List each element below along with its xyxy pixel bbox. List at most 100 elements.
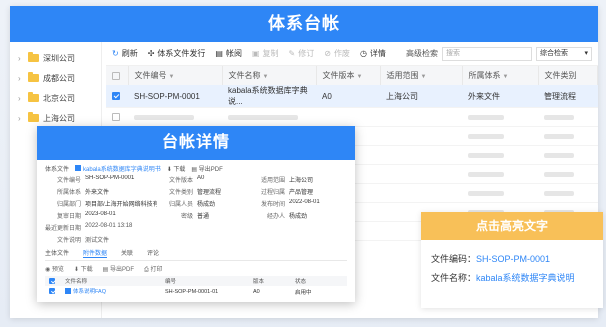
cell-placeholder	[316, 107, 380, 127]
detail-export-button[interactable]: ▤ 导出PDF	[191, 164, 222, 173]
cell-placeholder	[462, 183, 538, 203]
copy-button[interactable]: ▣ 复制	[252, 48, 279, 59]
folder-icon	[28, 92, 39, 102]
filter-icon[interactable]: ▼	[357, 74, 363, 80]
callout-name-value[interactable]: kabala系统数据字典说明	[476, 273, 575, 283]
cell-placeholder	[538, 126, 598, 146]
field-value: 杨成劲	[197, 202, 216, 208]
header-checkbox-cell	[106, 66, 129, 85]
header-checkbox-cell	[45, 276, 61, 286]
cell-placeholder	[380, 126, 462, 146]
tab-related[interactable]: 关联	[121, 248, 133, 258]
tab-comments[interactable]: 评论	[147, 248, 159, 258]
tab-attachments[interactable]: 附件数据	[83, 248, 108, 258]
attachment-row[interactable]: 体系说明FAQ SH-SOP-PM-0001-01 A0 启用中	[45, 286, 347, 297]
table-row[interactable]	[106, 107, 598, 127]
blurred-text	[468, 171, 504, 177]
sort-select[interactable]: 综合检索 ▾	[536, 46, 592, 61]
field-key: 复审日期	[56, 214, 81, 220]
detail-field: 所属体系 外来文件	[45, 187, 157, 196]
advanced-search-link[interactable]: 高级检索	[406, 48, 438, 59]
field-key: 文件类别	[168, 190, 193, 196]
col-label: 文件编号	[134, 71, 167, 80]
filter-icon[interactable]: ▼	[503, 74, 509, 80]
download-button[interactable]: ⬇ 下载	[74, 264, 93, 274]
select-all-checkbox[interactable]	[49, 277, 55, 284]
blurred-text	[544, 133, 574, 139]
refresh-icon: ↻	[112, 49, 119, 58]
att-file: 体系说明FAQ	[65, 287, 106, 295]
refresh-label: 刷新	[121, 49, 138, 58]
preview-button[interactable]: ◉ 预览	[45, 264, 64, 274]
tree-item-beijing[interactable]: › 北京公司	[10, 88, 101, 108]
callout-number-value[interactable]: SH-SOP-PM-0001	[476, 254, 550, 264]
att-file-name: 体系说明FAQ	[73, 289, 107, 295]
tree-item-shanghai[interactable]: › 上海公司	[10, 108, 101, 128]
field-key: 经办人	[266, 214, 285, 220]
col-name[interactable]: 文件名称 ▼	[222, 66, 317, 85]
detail-button[interactable]: ◷ 详情	[360, 48, 386, 59]
detail-field: 文件编号 SH-SOP-PM-0001	[45, 175, 157, 184]
copy-icon: ▣	[251, 49, 260, 58]
detail-field: 适用范围 上海公司	[249, 175, 347, 184]
att-col-name: 文件名称	[61, 276, 161, 286]
col-scope[interactable]: 适用范围 ▼	[380, 66, 463, 85]
refresh-button[interactable]: ↻ 刷新	[112, 48, 138, 59]
filter-icon[interactable]: ▼	[169, 74, 175, 80]
attachment-actions: ◉ 预览 ⬇ 下载 ▤ 导出PDF ⎙ 打印	[45, 264, 347, 274]
callout-number-label: 文件编码：	[431, 254, 477, 264]
tree-item-shenzhen[interactable]: › 深圳公司	[10, 48, 101, 68]
field-value: 上海公司	[289, 178, 314, 184]
chevron-right-icon[interactable]: ›	[18, 54, 28, 63]
chevron-right-icon[interactable]: ›	[18, 114, 28, 123]
field-value: 2023-08-01	[85, 211, 116, 217]
att-cell-name[interactable]: 体系说明FAQ	[61, 286, 161, 297]
field-value: 产品管理	[289, 190, 314, 196]
callout-body: 文件编码：SH-SOP-PM-0001 文件名称：kabala系统数据字典说明	[421, 240, 603, 298]
detail-download-button[interactable]: ⬇ 下载	[167, 164, 186, 173]
chevron-right-icon[interactable]: ›	[18, 74, 28, 83]
tab-main-file[interactable]: 主体文件	[45, 248, 69, 258]
col-system[interactable]: 所属体系 ▼	[462, 66, 539, 85]
col-version[interactable]: 文件版本 ▼	[316, 66, 381, 85]
tree-item-label: 深圳公司	[43, 53, 75, 63]
file-icon	[65, 288, 71, 294]
blurred-text	[468, 114, 504, 120]
detail-note: 文件说明 测试文件	[45, 235, 347, 244]
export-pdf-button[interactable]: ▤ 导出PDF	[103, 264, 134, 274]
cell-name[interactable]: kabala系统数据库字典说...	[222, 85, 316, 108]
search-input[interactable]: 搜索	[442, 46, 532, 61]
cell-placeholder	[380, 164, 462, 184]
row-checkbox[interactable]	[112, 113, 120, 122]
chevron-right-icon[interactable]: ›	[18, 94, 28, 103]
tree-item-label: 成都公司	[43, 73, 75, 83]
tree-item-chengdu[interactable]: › 成都公司	[10, 68, 101, 88]
print-button[interactable]: ⎙ 打印	[144, 264, 162, 274]
filter-icon[interactable]: ▼	[421, 74, 427, 80]
col-category[interactable]: 文件类别	[538, 66, 598, 85]
sort-select-value: 综合检索	[540, 49, 568, 57]
ledger-button[interactable]: ▤ 帐阅	[215, 48, 242, 59]
field-key: 文件版本	[168, 178, 193, 184]
row-checkbox[interactable]	[49, 288, 55, 295]
issue-button[interactable]: ✣ 体系文件发行	[148, 48, 206, 59]
col-label: 文件名称	[228, 71, 261, 80]
col-label: 文件类别	[544, 71, 577, 80]
void-button[interactable]: ⊘ 作废	[324, 48, 350, 59]
highlight-callout: 点击高亮文字 文件编码：SH-SOP-PM-0001 文件名称：kabala系统…	[421, 212, 603, 308]
cell-number[interactable]: SH-SOP-PM-0001	[128, 85, 222, 108]
issue-icon: ✣	[147, 49, 155, 58]
row-checkbox[interactable]	[112, 92, 120, 101]
table-row-selected[interactable]: SH-SOP-PM-0001 kabala系统数据库字典说... A0 上海公司…	[106, 85, 598, 108]
modify-button[interactable]: ✎ 修订	[289, 48, 315, 59]
field-key: 文件编号	[56, 178, 81, 184]
issue-label: 体系文件发行	[157, 49, 206, 58]
field-value: 2022-08-01	[289, 199, 320, 205]
cell-placeholder	[380, 183, 462, 203]
detail-doc-link[interactable]: kabala系统数据库字典说明书	[75, 164, 161, 173]
filter-icon[interactable]: ▼	[263, 74, 269, 80]
cell-placeholder	[462, 107, 538, 127]
col-number[interactable]: 文件编号 ▼	[128, 66, 223, 85]
select-all-checkbox[interactable]	[112, 71, 120, 80]
field-key: 适用范围	[260, 178, 285, 184]
